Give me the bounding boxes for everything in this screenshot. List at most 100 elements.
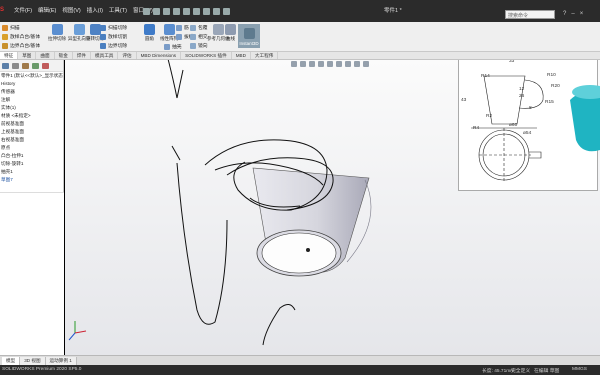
solidworks-logo[interactable]: S xyxy=(0,7,4,13)
manager-tabs xyxy=(0,60,63,72)
sketch-status: 完全定义 xyxy=(511,369,531,374)
tree-item-sketch7[interactable]: 草图7 xyxy=(0,176,63,184)
wrap-button[interactable]: 包覆 xyxy=(190,24,208,31)
boundary-cut-icon xyxy=(100,42,106,49)
tree-item-top-plane[interactable]: 上视基准面 xyxy=(0,128,63,136)
menu-bar: 文件(F) 编辑(E) 视图(V) 插入(I) 工具(T) 窗口(W) xyxy=(14,6,153,14)
help-icon[interactable]: ? xyxy=(563,11,566,17)
search-commands-input[interactable]: 搜索命令 xyxy=(505,10,555,19)
cup-3d-preview xyxy=(570,85,600,152)
dimension-label: 33 xyxy=(509,60,515,64)
instant3d-button[interactable]: Instant3D xyxy=(238,24,260,48)
save-icon[interactable] xyxy=(173,8,180,15)
dimension-label: 8 xyxy=(529,106,532,111)
home-icon[interactable] xyxy=(143,8,150,15)
tree-item-right-plane[interactable]: 右视基准面 xyxy=(0,136,63,144)
dimxpert-tab-icon[interactable] xyxy=(32,63,39,69)
shell-button[interactable]: 抽壳 xyxy=(164,43,182,50)
graphics-area[interactable]: 33 R14 R10 12 26 R4 R15 R20 8 43 R2 ø60 … xyxy=(65,60,600,355)
dimension-label: R20 xyxy=(551,84,560,89)
open-icon[interactable] xyxy=(163,8,170,15)
units-selector[interactable]: MMGS xyxy=(572,367,587,372)
rebuild-icon[interactable] xyxy=(213,8,220,15)
undo-icon[interactable] xyxy=(193,8,200,15)
feature-tree-blank-area xyxy=(0,192,64,355)
tab-mbd[interactable]: MBD xyxy=(232,52,251,59)
menu-insert[interactable]: 插入(I) xyxy=(87,6,103,14)
tree-item-shell[interactable]: 抽壳1 xyxy=(0,168,63,176)
tree-item-annotations[interactable]: 注解 xyxy=(0,96,63,104)
close-icon[interactable]: × xyxy=(580,11,584,17)
wrap-icon xyxy=(190,24,196,31)
new-doc-icon[interactable] xyxy=(153,8,160,15)
title-bar: S 文件(F) 编辑(E) 视图(V) 插入(I) 工具(T) 窗口(W) 零件… xyxy=(0,0,600,22)
tab-mold-tools[interactable]: 模具工具 xyxy=(91,52,119,59)
property-manager-tab-icon[interactable] xyxy=(12,63,19,69)
dimension-label: ø60 xyxy=(509,123,518,128)
tree-item-extrude[interactable]: 凸台-拉伸1 xyxy=(0,152,63,160)
window-controls: ? – × xyxy=(563,11,583,17)
version-label: SOLIDWORKS Premium 2020 SP5.0 xyxy=(2,367,82,372)
minimize-icon[interactable]: – xyxy=(571,11,574,17)
select-icon[interactable] xyxy=(203,8,210,15)
extruded-cut-icon xyxy=(51,24,63,35)
boundary-cut-button[interactable]: 边界切除 xyxy=(100,42,127,49)
tab-evaluate[interactable]: 评估 xyxy=(118,52,137,59)
boundary-icon xyxy=(2,42,8,49)
rib-button[interactable]: 筋 xyxy=(176,24,189,31)
model-view-tabs: 模型 3D 视图 运动算例 1 xyxy=(0,355,600,365)
tree-item-solid-bodies[interactable]: 实体(1) xyxy=(0,104,63,112)
options-gear-icon[interactable] xyxy=(223,8,230,15)
fillet-button[interactable]: 圆角 xyxy=(144,24,155,42)
tree-item-origin[interactable]: 原点 xyxy=(0,144,63,152)
lofted-cut-button[interactable]: 放样切割 xyxy=(100,33,127,40)
tree-item-front-plane[interactable]: 前视基准面 xyxy=(0,120,63,128)
cup-model[interactable] xyxy=(252,167,372,277)
swept-cut-button[interactable]: 扫描切除 xyxy=(100,24,127,31)
document-title: 零件1 * xyxy=(384,8,402,14)
tab-solidworks-addins[interactable]: SOLIDWORKS 插件 xyxy=(181,52,232,59)
tab-motion-study[interactable]: 运动算例 1 xyxy=(45,357,77,365)
command-manager-tabs: 特征 草图 曲面 钣金 焊件 模具工具 评估 MBD Dimensions SO… xyxy=(0,52,600,60)
tab-surfaces[interactable]: 曲面 xyxy=(36,52,55,59)
tree-item-revolve-cut[interactable]: 切除-旋转1 xyxy=(0,160,63,168)
tab-features[interactable]: 特征 xyxy=(0,52,19,59)
tree-item-root[interactable]: 零件1 (默认<<默认>_显示状态 1>) xyxy=(0,72,63,80)
loft-icon xyxy=(2,33,8,40)
menu-file[interactable]: 文件(F) xyxy=(14,6,32,14)
tab-sheet-metal[interactable]: 钣金 xyxy=(55,52,73,59)
length-readout: 长度: 45.71mm xyxy=(482,369,515,374)
extruded-cut-button[interactable]: 拉伸切除 xyxy=(48,24,66,42)
sweep-button[interactable]: 扫描 xyxy=(2,24,20,31)
tab-sketch[interactable]: 草图 xyxy=(18,52,37,59)
tree-item-sensors[interactable]: 传感器 xyxy=(0,88,63,96)
tab-weldments[interactable]: 焊件 xyxy=(73,52,92,59)
mirror-button[interactable]: 镜向 xyxy=(190,42,208,49)
tab-3d-views[interactable]: 3D 视图 xyxy=(20,357,46,365)
menu-view[interactable]: 视图(V) xyxy=(62,6,80,14)
quick-access-toolbar xyxy=(143,8,230,15)
curves-button[interactable]: 曲线 xyxy=(225,24,236,42)
configuration-tab-icon[interactable] xyxy=(22,63,29,69)
tab-custom[interactable]: 大工程伟 xyxy=(251,52,279,59)
dimension-label: R2 xyxy=(486,114,493,119)
feature-tree-tab-icon[interactable] xyxy=(2,63,9,69)
dimension-label: R15 xyxy=(545,100,554,105)
tree-item-history[interactable]: History xyxy=(0,80,63,88)
intersect-button[interactable]: 相交 xyxy=(190,33,208,40)
print-icon[interactable] xyxy=(183,8,190,15)
tab-mbd-dimensions[interactable]: MBD Dimensions xyxy=(137,52,182,59)
tab-model[interactable]: 模型 xyxy=(2,357,21,365)
draft-icon xyxy=(176,33,182,40)
boundary-boss-button[interactable]: 边界凸台/基体 xyxy=(2,42,40,49)
dimension-label: ø54 xyxy=(523,131,532,136)
loft-boss-button[interactable]: 放样凸台/基体 xyxy=(2,33,40,40)
reference-geometry-icon xyxy=(212,24,224,35)
tree-item-material[interactable]: 材质 <未指定> xyxy=(0,112,63,120)
rib-icon xyxy=(176,24,182,31)
hole-wizard-icon xyxy=(73,24,85,35)
menu-tools[interactable]: 工具(T) xyxy=(109,6,127,14)
display-manager-tab-icon[interactable] xyxy=(42,63,49,69)
menu-edit[interactable]: 编辑(E) xyxy=(38,6,56,14)
dimension-label: R14 xyxy=(481,74,490,79)
